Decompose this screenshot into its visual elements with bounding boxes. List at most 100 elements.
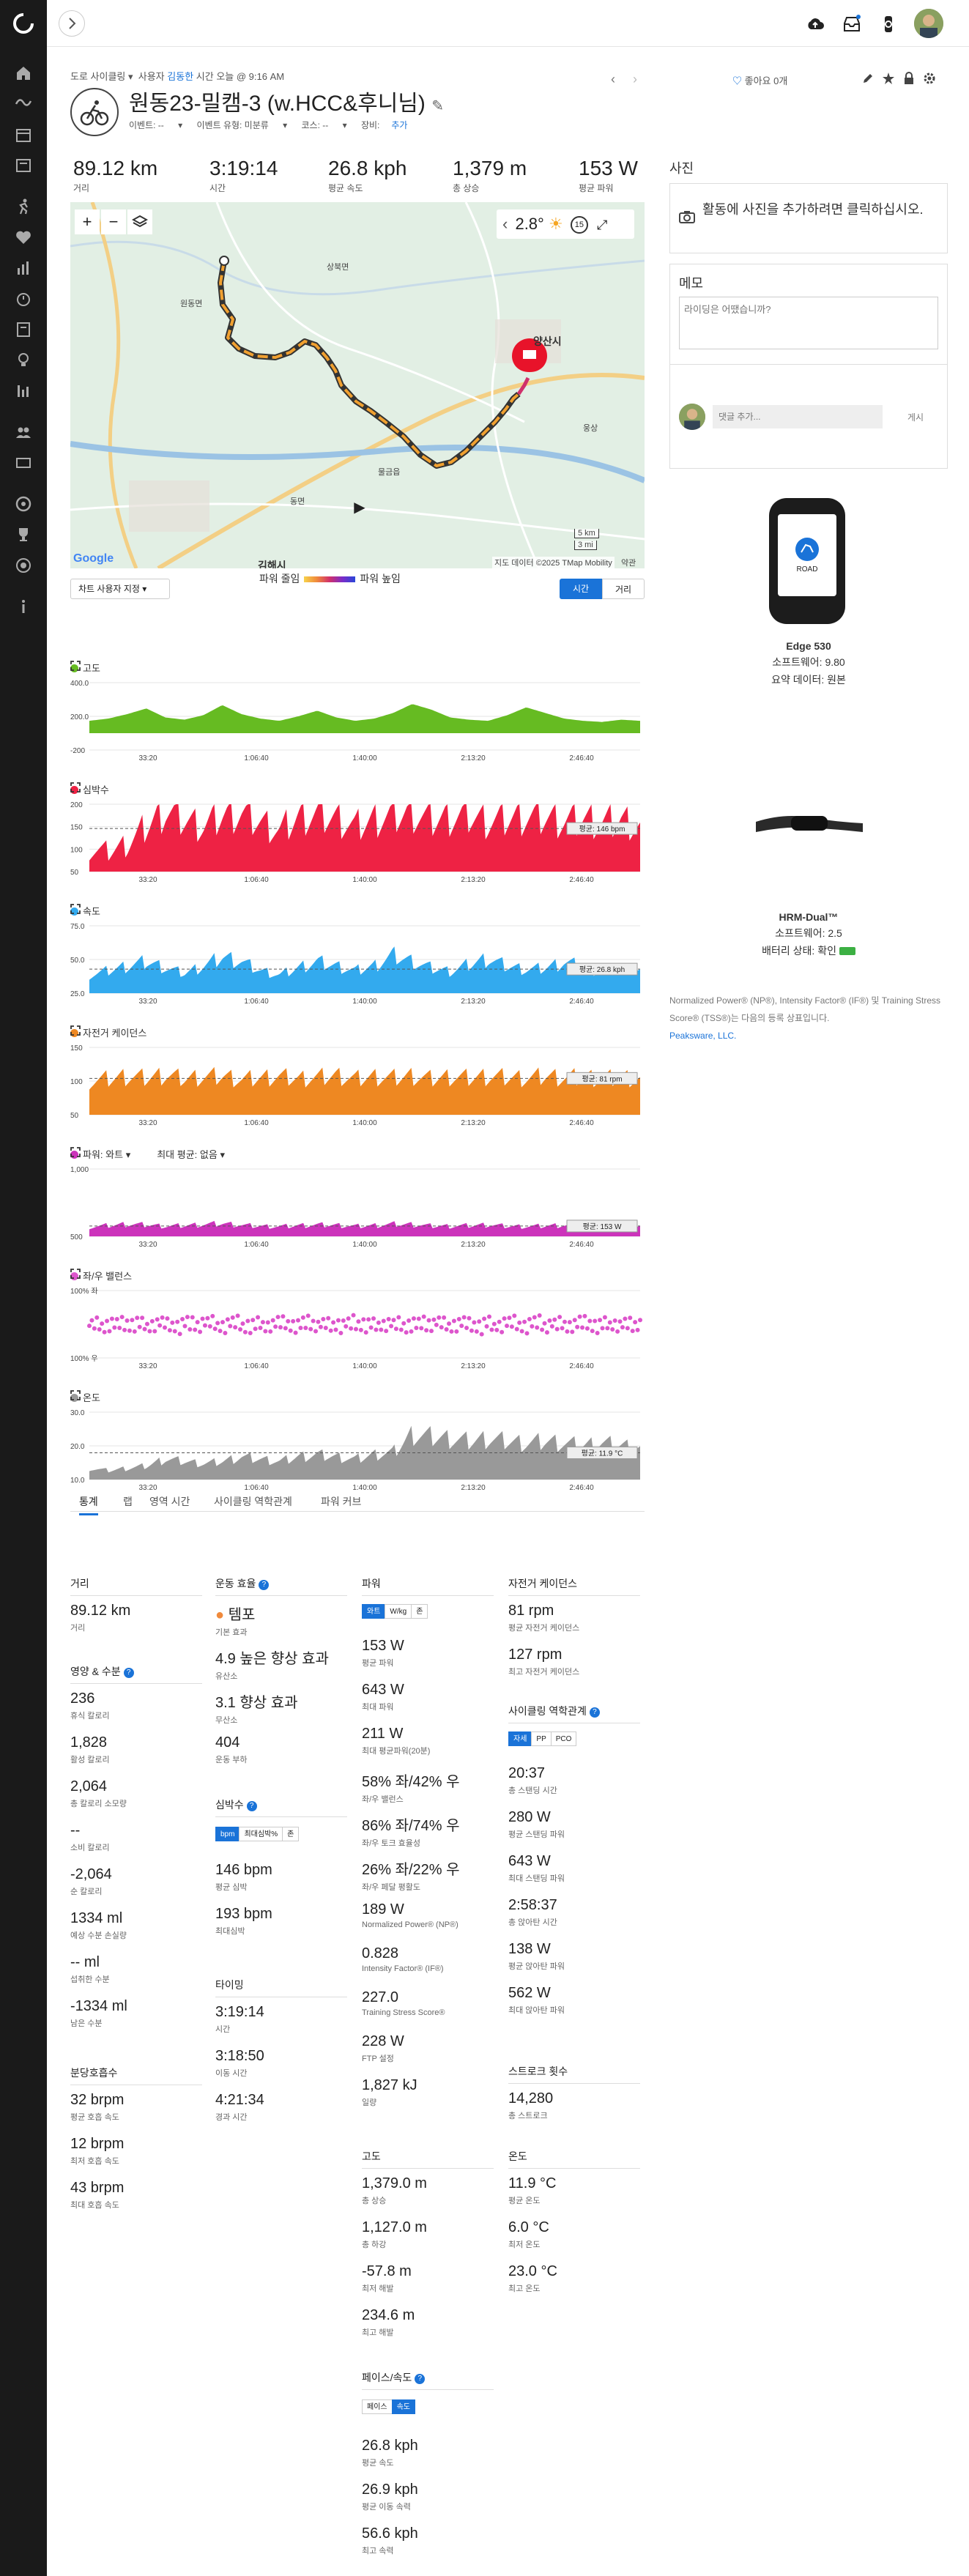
x-axis-time-toggle[interactable]: 시간	[560, 579, 602, 599]
x-tick-label: 1:06:40	[244, 754, 269, 762]
tab-power-curve[interactable]: 파워 커브	[321, 1494, 361, 1509]
route-map[interactable]: + − ‹ 2.8° ☀ 15 ⤢ 양산시 김해시 원동면 상북면 물금읍 동면…	[70, 202, 645, 568]
garmin-coach-icon[interactable]	[15, 495, 32, 513]
segment-option[interactable]: 최대심박%	[239, 1827, 283, 1841]
event-selector[interactable]: 이벤트: -- ▾	[129, 120, 182, 130]
chart-4[interactable]: 파워: 와트 ▾ 최대 평균: 없음 ▾ 1,000 500 33:20 1:06:40 1…	[70, 1147, 645, 1257]
gear-devices-icon[interactable]	[15, 557, 32, 574]
comment-input[interactable]	[713, 405, 883, 428]
fullscreen-icon[interactable]: ⤢	[597, 218, 607, 232]
previous-activity-button[interactable]: ‹	[611, 72, 615, 87]
add-photo-panel[interactable]: 활동에 사진을 추가하려면 클릭하십시오.	[669, 183, 948, 253]
expand-chart-icon[interactable]	[70, 661, 81, 671]
segment-option[interactable]: 존	[411, 1604, 428, 1619]
peaksware-link[interactable]: Peaksware, LLC.	[669, 1031, 736, 1041]
groups-icon[interactable]	[15, 454, 32, 472]
help-icon[interactable]: ?	[415, 2374, 426, 2384]
settings-gear-icon[interactable]	[923, 72, 936, 85]
balance-point	[180, 1316, 185, 1321]
chart-1[interactable]: 심박수 200 150 100 50 33:20 1:06:40 1:40:00 2:13:20…	[70, 782, 645, 892]
expand-sidebar-button[interactable]	[59, 10, 85, 37]
max-avg-selector[interactable]: 최대 평균: 없음	[157, 1149, 218, 1160]
like-button[interactable]: ♡ 좋아요 0개	[732, 73, 787, 87]
reports-icon[interactable]	[15, 382, 32, 400]
inbox-notifications-icon[interactable]	[842, 15, 861, 34]
caret-down-icon[interactable]: ▾	[123, 1149, 131, 1160]
breadcrumb-user-link[interactable]: 김동한	[167, 71, 193, 82]
favorite-star-icon[interactable]	[882, 72, 895, 85]
help-icon[interactable]: ?	[589, 1707, 600, 1718]
edit-icon[interactable]	[861, 72, 875, 85]
course-selector[interactable]: 코스: -- ▾	[302, 120, 347, 130]
help-icon[interactable]: ?	[246, 1801, 257, 1811]
garmin-connect-logo-icon[interactable]	[12, 12, 35, 35]
comment-post-button[interactable]: 게시	[907, 411, 924, 423]
memo-input[interactable]	[679, 297, 938, 349]
activities-icon[interactable]	[15, 198, 32, 215]
activity-feed-icon[interactable]	[15, 94, 32, 111]
tab-laps[interactable]: 랩	[123, 1494, 133, 1509]
badges-trophy-icon[interactable]	[15, 526, 32, 543]
tab-cycling-dynamics[interactable]: 사이클링 역학관계	[214, 1494, 292, 1509]
segment-option[interactable]: bpm	[215, 1827, 240, 1841]
segment-option[interactable]: PP	[531, 1731, 552, 1746]
device-name[interactable]: HRM-Dual™	[669, 911, 948, 923]
expand-chart-icon[interactable]	[70, 1025, 81, 1036]
map-layers-button[interactable]	[127, 209, 152, 234]
chart-5[interactable]: 좌/우 밸런스 100% 좌 100% 우 33:20 1:06:40 1:40:00 2:…	[70, 1269, 645, 1378]
user-avatar[interactable]	[914, 9, 943, 38]
summary-value: 1,379 m	[453, 157, 527, 179]
segment-option[interactable]: 속도	[391, 2399, 416, 2414]
map-terms-link[interactable]: 약관	[621, 557, 636, 568]
expand-chart-icon[interactable]	[70, 1390, 81, 1400]
cloud-upload-icon[interactable]	[806, 15, 825, 34]
weather-prev-icon[interactable]: ‹	[502, 215, 508, 233]
expand-chart-icon[interactable]	[70, 1269, 81, 1279]
chart-6[interactable]: 온도 30.0 20.0 10.0 33:20 1:06:40 1:40:00 2:13:20…	[70, 1390, 645, 1500]
map-attribution[interactable]: 지도 데이터 ©2025 TMap Mobility	[492, 557, 615, 568]
tab-stats[interactable]: 통계	[79, 1494, 98, 1515]
workouts-icon[interactable]	[15, 321, 32, 338]
health-heart-icon[interactable]	[15, 229, 32, 246]
chart-customize-select[interactable]: 차트 사용자 지정 ▾	[70, 579, 170, 599]
expand-chart-icon[interactable]	[70, 904, 81, 914]
segment-option[interactable]: 존	[282, 1827, 300, 1841]
chart-3[interactable]: 자전거 케이던스 150 100 50 33:20 1:06:40 1:40:00 2:13:…	[70, 1025, 645, 1135]
activity-title[interactable]: 원동23-밀캠-3 (w.HCC&후니님) ✎	[129, 85, 444, 117]
segment-option[interactable]: 자세	[508, 1731, 532, 1746]
gear-add-link[interactable]: 추가	[391, 120, 407, 130]
performance-icon[interactable]	[15, 259, 32, 277]
weather-widget[interactable]: ‹ 2.8° ☀ 15 ⤢	[497, 209, 634, 239]
tab-zone-time[interactable]: 영역 시간	[149, 1494, 190, 1509]
caret-down-icon[interactable]: ▾	[218, 1149, 225, 1160]
zoom-out-button[interactable]: −	[101, 209, 126, 234]
calendar-icon[interactable]	[15, 126, 32, 144]
y-tick-label: 75.0	[70, 923, 85, 931]
watch-device-icon[interactable]	[879, 15, 898, 34]
chart-0[interactable]: 고도 400.0 200.0 -200 33:20 1:06:40 1:40:00 2:13:…	[70, 661, 645, 771]
info-icon[interactable]	[15, 598, 32, 615]
edit-pencil-icon[interactable]: ✎	[431, 98, 444, 114]
insights-bulb-icon[interactable]	[15, 352, 32, 369]
segment-option[interactable]: 와트	[362, 1604, 386, 1619]
help-icon[interactable]: ?	[123, 1668, 134, 1678]
breadcrumb-activity-type[interactable]: 도로 사이클링	[70, 71, 125, 82]
training-timer-icon[interactable]	[15, 290, 32, 308]
zoom-in-button[interactable]: +	[75, 209, 100, 234]
home-icon[interactable]	[15, 64, 32, 82]
chart-2[interactable]: 속도 75.0 50.0 25.0 33:20 1:06:40 1:40:00 2:13:20…	[70, 904, 645, 1014]
help-icon[interactable]: ?	[259, 1580, 270, 1590]
expand-chart-icon[interactable]	[70, 1147, 81, 1157]
news-icon[interactable]	[15, 157, 32, 174]
segment-option[interactable]: W/kg	[385, 1604, 412, 1619]
next-activity-button[interactable]: ›	[633, 72, 637, 87]
play-route-button[interactable]: ▶	[347, 495, 372, 520]
expand-chart-icon[interactable]	[70, 782, 81, 793]
privacy-lock-icon[interactable]	[902, 72, 916, 85]
connections-icon[interactable]	[15, 423, 32, 441]
device-name[interactable]: Edge 530	[669, 640, 948, 652]
event-type-selector[interactable]: 이벤트 유형: 미분류 ▾	[196, 120, 287, 130]
segment-option[interactable]: PCO	[550, 1731, 577, 1746]
segment-option[interactable]: 페이스	[362, 2399, 393, 2414]
x-axis-distance-toggle[interactable]: 거리	[602, 579, 645, 599]
